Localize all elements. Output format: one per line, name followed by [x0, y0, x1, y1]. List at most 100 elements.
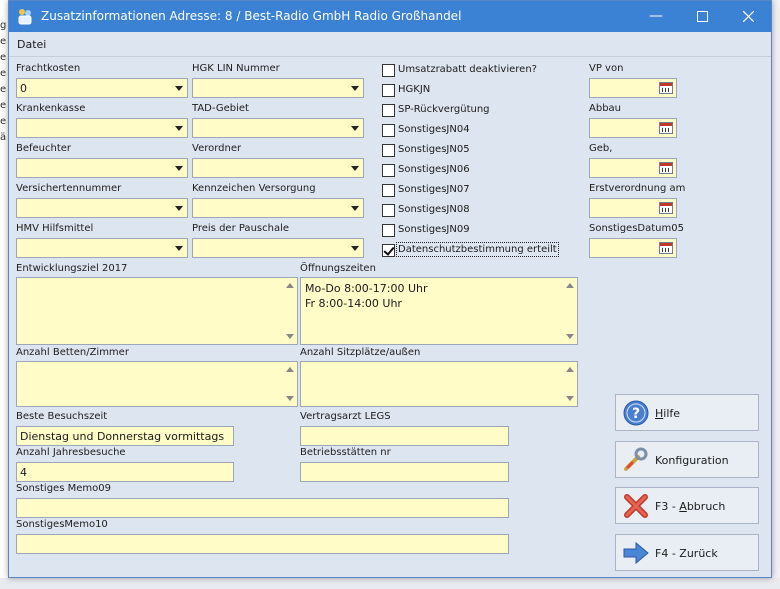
date-label: Erstverordnung am: [589, 183, 686, 194]
memo-scrollbar[interactable]: [562, 362, 577, 406]
jahresbesuche-value: 4: [20, 466, 27, 479]
maximize-icon: [696, 11, 708, 22]
combo-box[interactable]: [16, 238, 188, 258]
checkbox[interactable]: [382, 184, 395, 197]
arrow-right-icon: [623, 541, 649, 565]
checkbox[interactable]: [382, 84, 395, 97]
betriebsstaetten-field[interactable]: [300, 462, 509, 482]
checkbox-label[interactable]: Datenschutzbestimmung erteilt: [396, 242, 559, 257]
cancel-x-icon: [624, 494, 648, 518]
dropdown-arrow-icon[interactable]: [347, 199, 363, 217]
combo-box[interactable]: [16, 198, 188, 218]
checkbox[interactable]: [382, 244, 395, 257]
vertragsarzt-field[interactable]: [300, 426, 509, 446]
calendar-icon[interactable]: [659, 82, 673, 94]
date-label: Geb,: [589, 143, 613, 154]
zurueck-button[interactable]: F4 - Zurück: [615, 534, 759, 571]
combo-box[interactable]: [192, 158, 364, 178]
dropdown-arrow-icon[interactable]: [347, 239, 363, 257]
memo-scrollbar[interactable]: [562, 278, 577, 344]
combo-box[interactable]: [16, 118, 188, 138]
scroll-up-icon: [286, 283, 294, 288]
dropdown-arrow-icon[interactable]: [171, 119, 187, 137]
close-button[interactable]: [725, 1, 771, 32]
minimize-icon: —: [649, 8, 663, 24]
combo-box[interactable]: [192, 198, 364, 218]
date-field[interactable]: [589, 118, 677, 138]
betriebsstaetten-label: Betriebsstätten nr: [300, 447, 391, 458]
date-field[interactable]: [589, 198, 677, 218]
checkbox-label[interactable]: SonstigesJN06: [398, 164, 470, 175]
combo-label: HGK LIN Nummer: [192, 63, 280, 74]
memo10-field[interactable]: [16, 534, 509, 554]
combo-label: Frachtkosten: [16, 63, 81, 74]
dropdown-arrow-icon[interactable]: [347, 119, 363, 137]
sitzplaetze-memo[interactable]: [300, 361, 578, 407]
scroll-down-icon: [566, 334, 574, 339]
abbruch-accesskey: A: [679, 500, 687, 513]
date-field[interactable]: [589, 78, 677, 98]
menu-bar: Datei: [9, 32, 771, 57]
checkbox-label[interactable]: Umsatzrabatt deaktivieren?: [398, 64, 537, 75]
svg-text:?: ?: [632, 406, 640, 422]
date-field[interactable]: [589, 238, 677, 258]
checkbox-label[interactable]: SonstigesJN09: [398, 224, 470, 235]
abbruch-button[interactable]: F3 - Abbruch: [615, 487, 759, 524]
checkbox[interactable]: [382, 144, 395, 157]
scroll-down-icon: [566, 396, 574, 401]
calendar-icon[interactable]: [659, 202, 673, 214]
combo-box[interactable]: 0: [16, 78, 188, 98]
scroll-down-icon: [286, 396, 294, 401]
date-field[interactable]: [589, 158, 677, 178]
checkbox[interactable]: [382, 204, 395, 217]
oeffnungszeiten-value: Mo-Do 8:00-17:00 Uhr Fr 8:00-14:00 Uhr: [305, 282, 428, 310]
calendar-icon[interactable]: [659, 162, 673, 174]
abbruch-label: bbruch: [686, 500, 726, 513]
combo-box[interactable]: [16, 158, 188, 178]
calendar-icon[interactable]: [659, 122, 673, 134]
memo-scrollbar[interactable]: [282, 362, 297, 406]
dropdown-arrow-icon[interactable]: [171, 239, 187, 257]
checkbox[interactable]: [382, 64, 395, 77]
checkbox-label[interactable]: SonstigesJN05: [398, 144, 470, 155]
dropdown-arrow-icon[interactable]: [347, 159, 363, 177]
checkbox-label[interactable]: SP-Rückvergütung: [398, 104, 490, 115]
hilfe-label: ilfe: [663, 407, 681, 420]
menu-datei[interactable]: Datei: [17, 38, 46, 51]
jahresbesuche-field[interactable]: 4: [16, 462, 234, 482]
checkbox-label[interactable]: SonstigesJN08: [398, 204, 470, 215]
help-icon: ?: [623, 400, 649, 426]
combo-label: TAD-Gebiet: [192, 103, 249, 114]
memo10-label: SonstigesMemo10: [16, 519, 108, 530]
wrench-icon: [624, 447, 648, 471]
abbruch-prefix: F3 -: [655, 500, 680, 513]
checkbox[interactable]: [382, 164, 395, 177]
maximize-button[interactable]: [679, 1, 725, 32]
dropdown-arrow-icon[interactable]: [171, 79, 187, 97]
checkbox-label[interactable]: SonstigesJN07: [398, 184, 470, 195]
checkbox-label[interactable]: SonstigesJN04: [398, 124, 470, 135]
calendar-icon[interactable]: [659, 242, 673, 254]
dropdown-arrow-icon[interactable]: [171, 199, 187, 217]
checkbox[interactable]: [382, 124, 395, 137]
oeffnungszeiten-memo[interactable]: Mo-Do 8:00-17:00 Uhr Fr 8:00-14:00 Uhr: [300, 277, 578, 345]
dropdown-arrow-icon[interactable]: [347, 79, 363, 97]
checkbox[interactable]: [382, 224, 395, 237]
entwicklungsziel-memo[interactable]: [16, 277, 298, 345]
date-label: SonstigesDatum05: [589, 223, 684, 234]
hilfe-button[interactable]: ? Hilfe: [615, 394, 759, 431]
dropdown-arrow-icon[interactable]: [171, 159, 187, 177]
memo09-field[interactable]: [16, 498, 509, 518]
konfiguration-button[interactable]: Konfiguration: [615, 441, 759, 478]
combo-box[interactable]: [192, 238, 364, 258]
checkbox-label[interactable]: HGKJN: [398, 84, 430, 95]
close-icon: [742, 10, 754, 23]
combo-box[interactable]: [192, 78, 364, 98]
combo-box[interactable]: [192, 118, 364, 138]
app-icon: [18, 9, 32, 25]
minimize-button[interactable]: —: [633, 1, 679, 32]
checkbox[interactable]: [382, 104, 395, 117]
memo-scrollbar[interactable]: [282, 278, 297, 344]
besuchszeit-field[interactable]: Dienstag und Donnerstag vormittags: [16, 426, 234, 446]
betten-memo[interactable]: [16, 361, 298, 407]
